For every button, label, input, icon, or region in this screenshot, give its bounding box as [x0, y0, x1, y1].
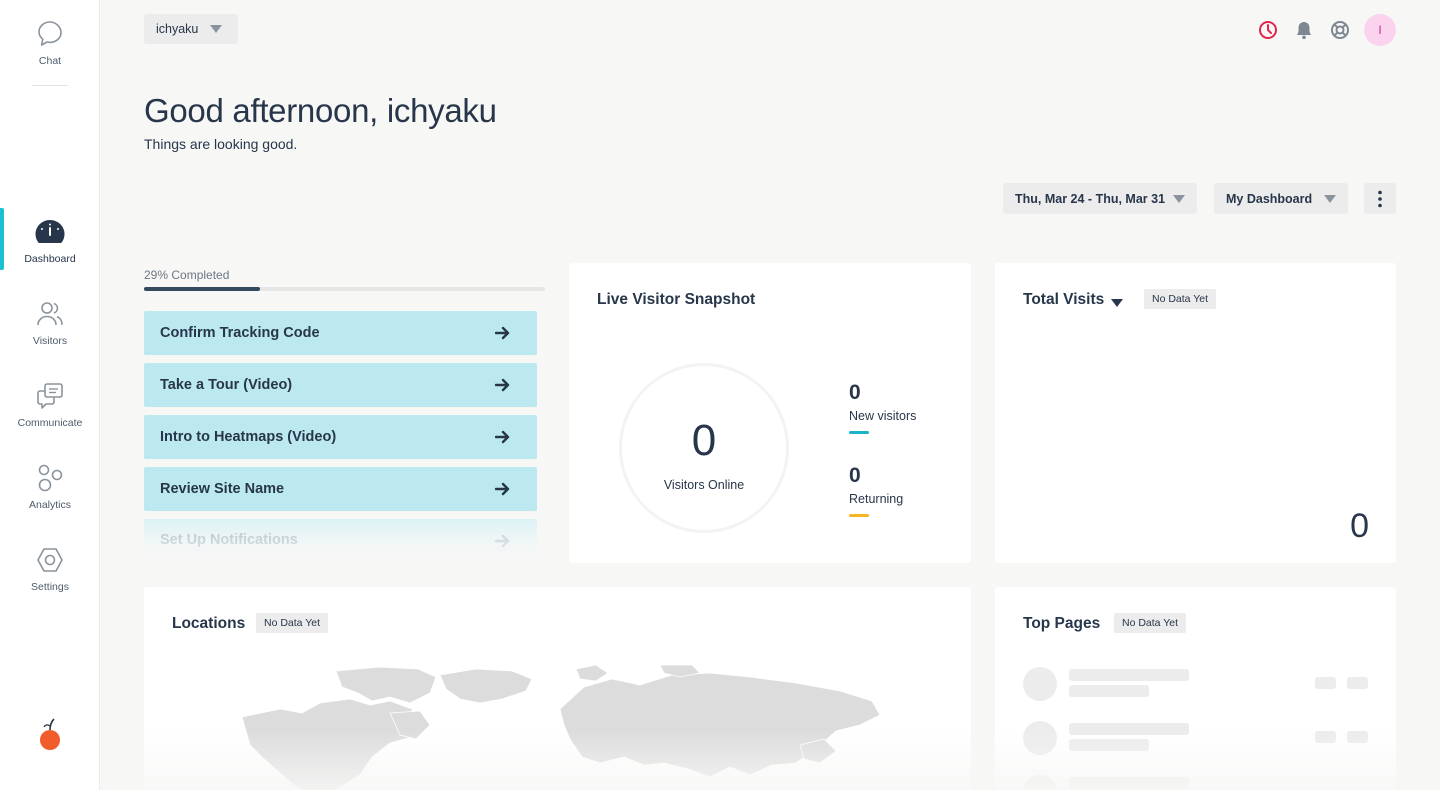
dashboard-value: My Dashboard [1226, 191, 1313, 206]
total-visits-dropdown[interactable] [1111, 294, 1123, 312]
users-icon [37, 302, 63, 326]
world-map [241, 665, 880, 790]
task-label: Confirm Tracking Code [160, 325, 320, 341]
clock-alert-icon[interactable] [1256, 18, 1280, 42]
circles-icon [38, 464, 63, 492]
new-visitors-label: New visitors [849, 409, 917, 423]
site-name: ichyaku [156, 22, 199, 36]
hexagon-gear-icon [37, 548, 63, 572]
page-title: Good afternoon, ichyaku [144, 92, 497, 129]
arrow-right-icon [495, 534, 510, 548]
skeleton-pill [1347, 677, 1368, 689]
card-title: Top Pages [1023, 615, 1101, 632]
chat-bubble-icon [38, 21, 62, 46]
task-label: Intro to Heatmaps (Video) [160, 429, 337, 445]
skeleton-line [1069, 723, 1189, 735]
chevron-down-icon [1111, 299, 1123, 307]
sidebar-item-analytics[interactable]: Analytics [0, 464, 100, 511]
sidebar-item-label: Dashboard [24, 253, 76, 265]
chevron-down-icon [1173, 195, 1185, 203]
avatar[interactable]: I [1364, 14, 1396, 46]
status-badge: No Data Yet [256, 613, 329, 633]
task-label: Take a Tour (Video) [160, 377, 293, 393]
skeleton-avatar [1023, 667, 1057, 701]
card-title: Locations [172, 615, 246, 632]
visitors-online-ring: 0 Visitors Online [619, 363, 789, 533]
skeleton-line [1069, 777, 1189, 789]
messages-icon [37, 383, 63, 409]
site-selector[interactable]: ichyaku [144, 14, 238, 44]
skeleton-line [1069, 685, 1149, 697]
task-take-a-tour[interactable]: Take a Tour (Video) [144, 363, 537, 407]
skeleton-pill [1315, 731, 1336, 743]
new-visitors-indicator [849, 431, 869, 434]
new-visitors-stat: 0 New visitors [849, 381, 916, 434]
skeleton-line [1069, 739, 1149, 751]
skeleton-avatar [1023, 721, 1057, 755]
speedometer-icon [35, 220, 65, 243]
task-set-up-notifications[interactable]: Set Up Notifications [144, 519, 537, 561]
task-confirm-tracking-code[interactable]: Confirm Tracking Code [144, 311, 537, 355]
sidebar-item-label: Analytics [28, 499, 71, 511]
card-title: Total Visits [1023, 291, 1105, 308]
skeleton-avatar [1023, 775, 1057, 790]
arrow-right-icon [495, 378, 510, 392]
returning-count: 0 [849, 464, 861, 487]
sidebar-item-settings[interactable]: Settings [0, 546, 100, 593]
divider [32, 85, 68, 86]
chevron-down-icon [210, 25, 222, 33]
visitors-online-count: 0 [691, 416, 717, 465]
sidebar-item-chat[interactable]: Chat [0, 20, 100, 67]
new-visitors-count: 0 [849, 381, 861, 404]
progress-bar [144, 287, 545, 291]
skeleton-pill [1315, 677, 1336, 689]
page-subtitle: Things are looking good. [144, 136, 298, 152]
returning-label: Returning [849, 492, 904, 506]
visitors-online-label: Visitors Online [663, 478, 745, 492]
skeleton-pill [1347, 731, 1368, 743]
arrow-right-icon [495, 482, 510, 496]
sidebar-item-label: Visitors [32, 335, 68, 347]
sidebar-item-dashboard[interactable]: Dashboard [0, 218, 100, 265]
date-range-value: Thu, Mar 24 - Thu, Mar 31 [1015, 191, 1166, 206]
total-visits-value: 0 [1350, 507, 1369, 545]
skeleton-line [1069, 669, 1189, 681]
sidebar-item-label: Settings [31, 581, 69, 593]
sidebar-item-communicate[interactable]: Communicate [0, 382, 100, 429]
returning-indicator [849, 514, 869, 517]
status-badge: No Data Yet [1144, 289, 1217, 309]
task-intro-to-heatmaps[interactable]: Intro to Heatmaps (Video) [144, 415, 537, 459]
sidebar-item-visitors[interactable]: Visitors [0, 300, 100, 347]
chevron-down-icon [1324, 195, 1336, 203]
locations-card: Locations No Data Yet [144, 587, 971, 790]
sidebar-item-label: Communicate [17, 417, 83, 429]
card-title: Live Visitor Snapshot [597, 291, 756, 308]
orange-fruit-icon[interactable] [39, 718, 61, 757]
arrow-right-icon [495, 326, 510, 340]
sidebar: Chat Dashboard Visitors Communicate Anal… [0, 0, 100, 790]
task-label: Set Up Notifications [160, 532, 298, 548]
kebab-menu-icon [1378, 190, 1382, 207]
date-range-select[interactable]: Thu, Mar 24 - Thu, Mar 31 [1003, 183, 1197, 214]
sidebar-item-label: Chat [38, 55, 62, 67]
bell-icon[interactable] [1292, 18, 1316, 42]
total-visits-card: Total Visits No Data Yet 0 [995, 263, 1396, 563]
live-visitor-snapshot-card: Live Visitor Snapshot 0 Visitors Online … [569, 263, 971, 563]
more-options-button[interactable] [1364, 183, 1396, 214]
progress-label: 29% Completed [144, 268, 230, 282]
arrow-right-icon [495, 430, 510, 444]
task-review-site-name[interactable]: Review Site Name [144, 467, 537, 511]
status-badge: No Data Yet [1114, 613, 1187, 633]
dashboard-select[interactable]: My Dashboard [1214, 183, 1348, 214]
returning-stat: 0 Returning [849, 464, 903, 517]
help-lifebuoy-icon[interactable] [1328, 18, 1352, 42]
task-label: Review Site Name [160, 481, 285, 497]
progress-bar-fill [144, 287, 261, 291]
avatar-initial: I [1378, 23, 1382, 37]
top-pages-card: Top Pages No Data Yet [995, 587, 1396, 790]
top-toolbar: I [1244, 14, 1396, 46]
